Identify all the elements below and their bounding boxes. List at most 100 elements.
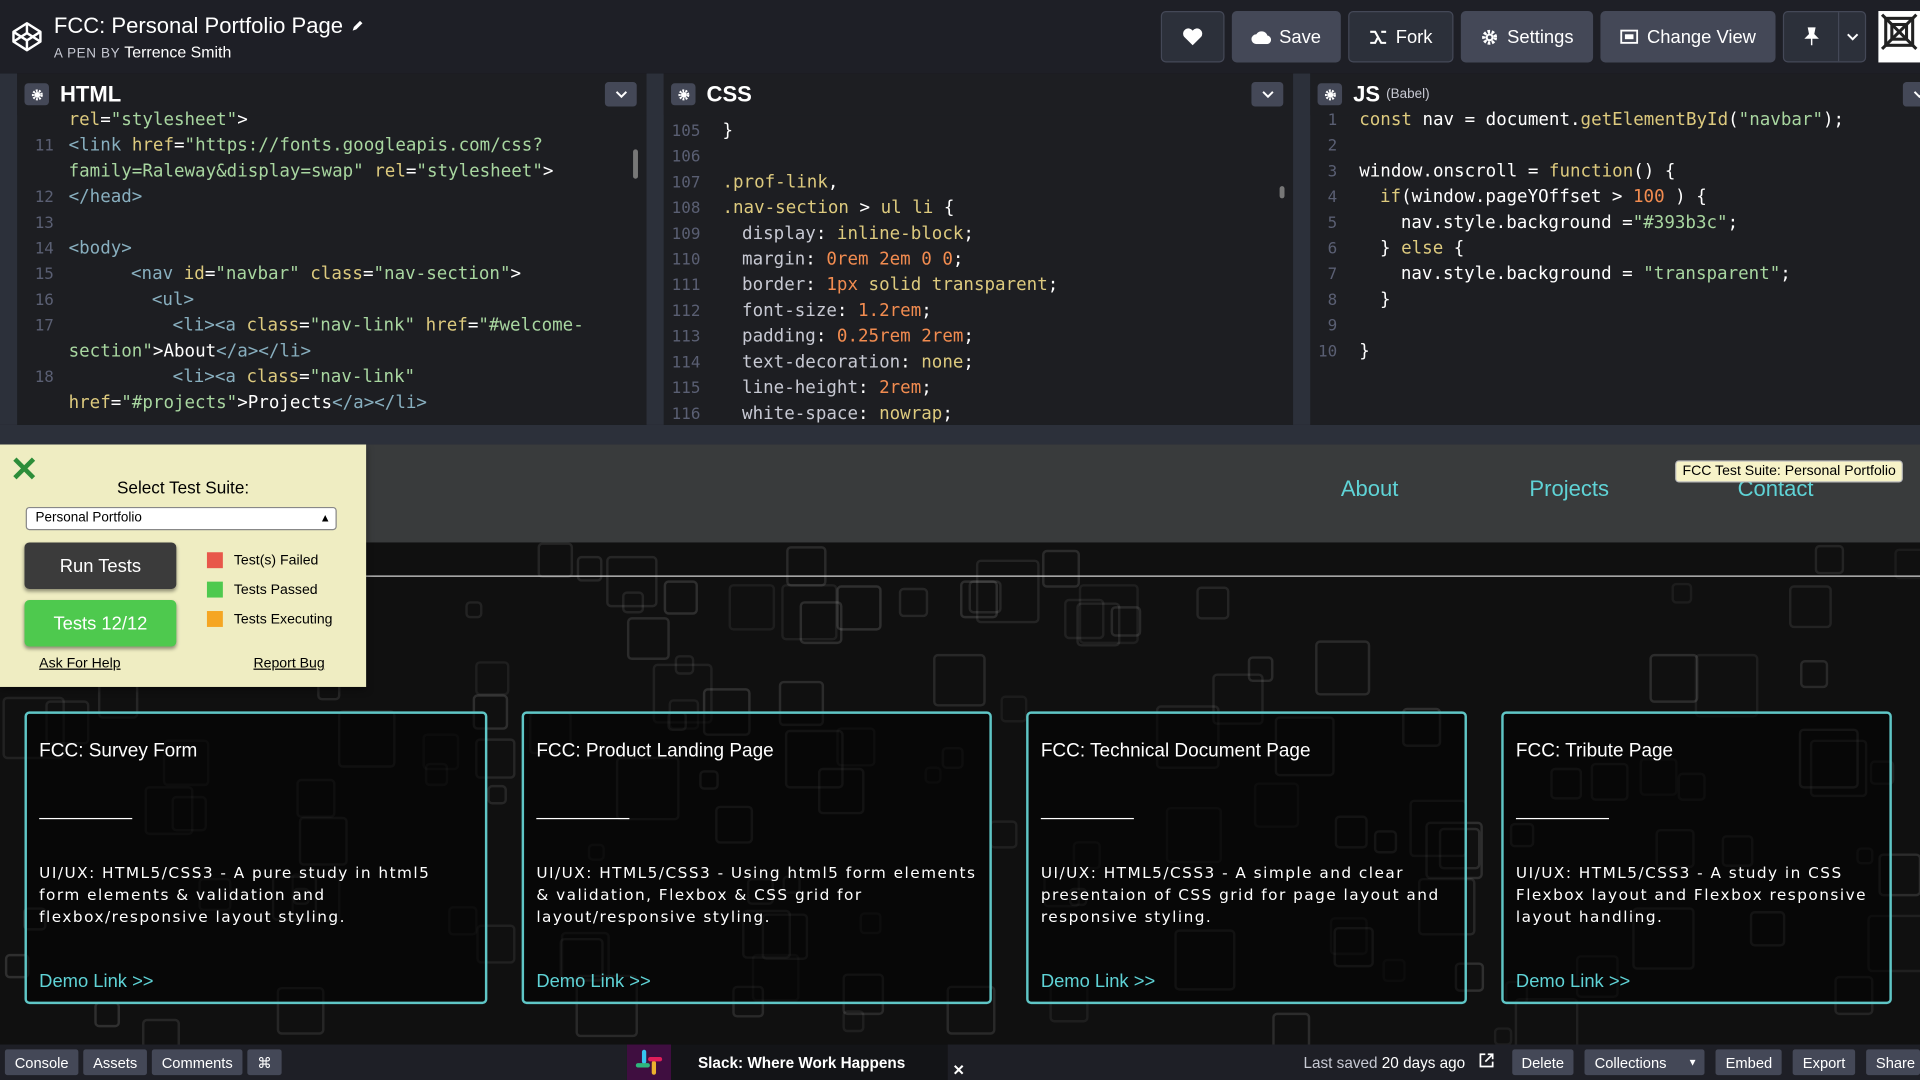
- fork-label: Fork: [1395, 26, 1433, 48]
- js-code-area[interactable]: 1 const nav = document.getElementById("na…: [1310, 110, 1920, 425]
- cloud-icon: [1251, 30, 1271, 44]
- project-card-description: UI/UX: HTML5/CSS3 - A simple and clear p…: [1040, 863, 1440, 926]
- bg-square: [626, 617, 670, 661]
- test-suite-badge[interactable]: FCC Test Suite: Personal Portfolio: [1675, 460, 1904, 483]
- nav-link-projects[interactable]: Projects: [1529, 476, 1609, 502]
- js-settings-icon[interactable]: [1317, 83, 1343, 106]
- demo-link[interactable]: Demo Link >>: [39, 971, 153, 992]
- legend-failed: Test(s) Failed: [206, 552, 319, 569]
- embed-button[interactable]: Embed: [1715, 1049, 1782, 1076]
- pen-title[interactable]: FCC: Personal Portfolio Page: [54, 13, 343, 39]
- slack-ad-text: Slack: Where Work Happens: [697, 1053, 906, 1071]
- legend-executing-label: Tests Executing: [233, 611, 333, 627]
- html-editor[interactable]: HTML rel="stylesheet"> 11 <link href="ht…: [0, 73, 647, 425]
- js-editor-subtitle: (Babel): [1386, 86, 1430, 102]
- bg-square: [465, 601, 483, 619]
- demo-link[interactable]: Demo Link >>: [1516, 971, 1630, 992]
- js-editor[interactable]: JS (Babel) 1 const nav = document.getElem…: [1293, 73, 1920, 425]
- like-button[interactable]: [1160, 11, 1225, 63]
- test-suite-heading: Select Test Suite:: [116, 477, 250, 498]
- gear-icon: [1481, 29, 1497, 45]
- last-saved-time: 20 days ago: [1381, 1053, 1466, 1071]
- bottom-bar: Console Assets Comments ⌘ Slack: Where W…: [0, 1044, 1920, 1080]
- run-tests-button[interactable]: Run Tests: [24, 542, 177, 589]
- bg-square: [1247, 656, 1274, 683]
- console-button[interactable]: Console: [4, 1049, 79, 1076]
- keyboard-shortcuts-button[interactable]: ⌘: [247, 1049, 282, 1076]
- slack-logo-icon: [626, 1044, 672, 1080]
- codepen-logo-icon[interactable]: [0, 0, 54, 73]
- legend-executing: Tests Executing: [206, 611, 333, 627]
- editor-resize-handle[interactable]: [0, 424, 1920, 445]
- bg-square: [487, 784, 507, 805]
- css-code-area[interactable]: 105} 106 107 .prof-link, 108 .nav-section …: [664, 115, 1293, 425]
- slack-ad[interactable]: Slack: Where Work Happens: [626, 1044, 948, 1080]
- fork-button[interactable]: Fork: [1347, 11, 1454, 63]
- close-ad-icon[interactable]: ✕: [953, 1062, 965, 1079]
- settings-label: Settings: [1507, 26, 1574, 48]
- bg-square: [1076, 602, 1121, 647]
- bg-square: [1272, 1012, 1311, 1045]
- pen-title-block: FCC: Personal Portfolio Page A PEN BY Te…: [54, 13, 365, 61]
- project-card: FCC: Survey Form UI/UX: HTML5/CSS3 - A p…: [24, 711, 488, 1005]
- css-chevron-down-icon[interactable]: [1251, 82, 1284, 107]
- pin-dropdown-button[interactable]: [1837, 12, 1865, 62]
- project-card-title: FCC: Technical Document Page: [1040, 740, 1311, 762]
- bg-square: [663, 580, 698, 615]
- card-rule: [39, 817, 133, 820]
- legend-failed-label: Test(s) Failed: [233, 552, 319, 568]
- executing-swatch: [206, 611, 223, 627]
- chevron-down-icon: [1846, 32, 1858, 40]
- save-label: Save: [1279, 26, 1322, 48]
- delete-button[interactable]: Delete: [1511, 1049, 1574, 1076]
- project-card: FCC: Product Landing Page UI/UX: HTML5/C…: [521, 711, 992, 1005]
- bg-square: [898, 587, 929, 618]
- project-card-title: FCC: Survey Form: [39, 740, 198, 762]
- share-button[interactable]: Share: [1866, 1049, 1920, 1076]
- export-button[interactable]: Export: [1793, 1049, 1856, 1076]
- change-view-label: Change View: [1647, 26, 1756, 48]
- bg-square: [1671, 582, 1693, 604]
- collections-label: Collections: [1594, 1053, 1667, 1071]
- save-button[interactable]: Save: [1231, 11, 1341, 63]
- bg-square: [728, 584, 776, 631]
- select-arrows-icon: ▲: [319, 511, 331, 525]
- bg-square: [1800, 660, 1829, 689]
- test-suite-select[interactable]: Personal Portfolio ▲: [25, 506, 337, 531]
- external-link-icon[interactable]: [1479, 1051, 1494, 1073]
- ask-for-help-link[interactable]: Ask For Help: [39, 656, 120, 671]
- css-editor[interactable]: CSS 105} 106 107 .prof-link, 108 .nav-sect…: [646, 73, 1294, 425]
- bg-square: [989, 820, 1018, 849]
- bg-square: [786, 546, 827, 587]
- bg-square: [1042, 549, 1081, 588]
- js-chevron-down-icon[interactable]: [1902, 82, 1920, 107]
- bg-square: [606, 555, 658, 608]
- collections-chevron-icon: ▼: [1687, 1056, 1698, 1068]
- settings-button[interactable]: Settings: [1460, 11, 1594, 63]
- demo-link[interactable]: Demo Link >>: [536, 971, 650, 992]
- pen-author[interactable]: Terrence Smith: [124, 42, 231, 60]
- project-card: FCC: Technical Document Page UI/UX: HTML…: [1026, 711, 1467, 1005]
- assets-button[interactable]: Assets: [83, 1049, 147, 1076]
- bg-square: [781, 584, 838, 641]
- demo-link[interactable]: Demo Link >>: [1041, 971, 1155, 992]
- pin-button[interactable]: [1784, 12, 1838, 61]
- report-bug-link[interactable]: Report Bug: [253, 656, 324, 671]
- bg-square: [1493, 1027, 1513, 1045]
- edit-pencil-icon[interactable]: [350, 18, 365, 33]
- project-card-title: FCC: Tribute Page: [1515, 740, 1674, 762]
- collections-dropdown[interactable]: Collections ▼: [1584, 1049, 1705, 1076]
- comments-button[interactable]: Comments: [151, 1049, 243, 1076]
- tests-result-button[interactable]: Tests 12/12: [24, 600, 177, 647]
- css-editor-title: CSS: [706, 81, 752, 106]
- css-settings-icon[interactable]: [671, 83, 696, 106]
- nav-link-about[interactable]: About: [1341, 476, 1399, 502]
- bg-square: [537, 542, 574, 578]
- result-preview[interactable]: About Projects Contact FCC Test Suite: P…: [0, 444, 1920, 1045]
- html-code-area[interactable]: rel="stylesheet"> 11 <link href="https:/…: [17, 110, 646, 425]
- html-settings-icon[interactable]: [24, 83, 49, 106]
- html-chevron-down-icon[interactable]: [604, 82, 637, 107]
- bg-square: [933, 653, 986, 707]
- change-view-button[interactable]: Change View: [1600, 11, 1776, 63]
- user-avatar[interactable]: [1878, 11, 1920, 63]
